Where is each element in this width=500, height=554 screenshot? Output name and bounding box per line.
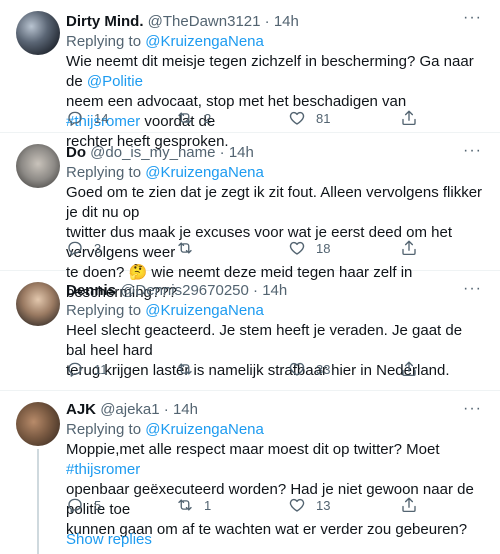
user-handle[interactable]: @TheDawn3121 [148,13,261,30]
like-icon [289,111,305,125]
separator-dot: · [253,282,259,299]
reply-count: 3 [94,240,102,256]
share-icon [402,240,416,256]
like-icon [289,362,305,376]
reply-icon [68,111,82,126]
avatar[interactable] [16,402,60,446]
like-count: 33 [316,361,331,377]
like-count: 18 [316,240,331,256]
replying-to-label: Replying to [66,421,142,438]
like-count: 13 [316,497,331,513]
avatar[interactable] [16,11,60,55]
like-count: 81 [316,110,331,126]
tweet-reply[interactable]: ··· Dennis @Dennis29670250 · 14h Replyin… [0,271,500,391]
retweet-button[interactable] [176,238,204,258]
retweet-icon [178,242,192,254]
retweet-icon [178,112,192,124]
user-handle[interactable]: @do_is_my_name [90,144,215,161]
like-icon [289,241,305,255]
like-button[interactable]: 81 [288,108,330,128]
timestamp[interactable]: 14h [229,144,254,161]
replying-to-label: Replying to [66,33,142,50]
text-line: Goed om te zien dat je zegt ik zit fout.… [66,184,483,221]
avatar[interactable] [16,282,60,326]
retweet-button[interactable]: 1 [176,495,211,515]
share-icon [402,361,416,377]
display-name[interactable]: Dennis [66,282,116,299]
retweet-count: 2 [204,110,212,126]
share-icon [402,497,416,513]
retweet-icon [178,363,192,375]
reply-icon [68,362,82,377]
separator-dot: · [163,401,169,418]
separator-dot: · [219,144,225,161]
reply-button[interactable]: 5 [66,495,101,515]
thread-connector-line [37,449,39,554]
reply-count: 11 [94,361,108,377]
retweet-button[interactable]: 2 [176,108,211,128]
text-segment: Moppie,met alle respect maar moest dit o… [66,441,440,458]
display-name[interactable]: Dirty Mind. [66,13,144,30]
like-button[interactable]: 18 [288,238,330,258]
like-icon [289,498,305,512]
share-button[interactable] [400,495,418,515]
timestamp[interactable]: 14h [173,401,198,418]
tweet-reply[interactable]: ··· Do @do_is_my_name · 14h Replying to … [0,133,500,301]
reply-count: 5 [94,497,102,513]
timestamp[interactable]: 14h [274,13,299,30]
tweet-reply[interactable]: ··· Dirty Mind. @TheDawn3121 · 14h Reply… [0,0,500,150]
separator-dot: · [264,13,270,30]
share-button[interactable] [400,359,418,379]
reply-button[interactable]: 3 [66,238,101,258]
display-name[interactable]: AJK [66,401,96,418]
retweet-count: 1 [204,497,212,513]
replying-to-label: Replying to [66,164,142,181]
share-button[interactable] [400,238,418,258]
like-button[interactable]: 13 [288,495,330,515]
display-name[interactable]: Do [66,144,86,161]
avatar[interactable] [16,144,60,188]
show-replies-link[interactable]: Show replies [66,530,152,550]
mention-link[interactable]: @KruizengaNena [145,33,264,50]
mention-link[interactable]: @KruizengaNena [145,421,264,438]
retweet-icon [178,499,192,511]
retweet-button[interactable] [176,359,204,379]
reply-icon [68,241,82,256]
text-line: Heel slecht geacteerd. Je stem heeft je … [66,322,463,359]
hashtag-link[interactable]: #thijsromer [66,461,140,478]
reply-button[interactable]: 14 [66,108,108,128]
reply-count: 14 [94,110,109,126]
mention-link[interactable]: @KruizengaNena [145,164,264,181]
share-icon [402,110,416,126]
replying-to-label: Replying to [66,302,142,319]
user-handle[interactable]: @Dennis29670250 [120,282,249,299]
mention-link[interactable]: @Politie [87,73,143,90]
timestamp[interactable]: 14h [262,282,287,299]
reply-icon [68,498,82,513]
user-handle[interactable]: @ajeka1 [100,401,159,418]
share-button[interactable] [400,108,418,128]
reply-button[interactable]: 11 [66,359,108,379]
tweet-text: Moppie,met alle respect maar moest dit o… [66,440,484,540]
mention-link[interactable]: @KruizengaNena [145,302,264,319]
like-button[interactable]: 33 [288,359,330,379]
